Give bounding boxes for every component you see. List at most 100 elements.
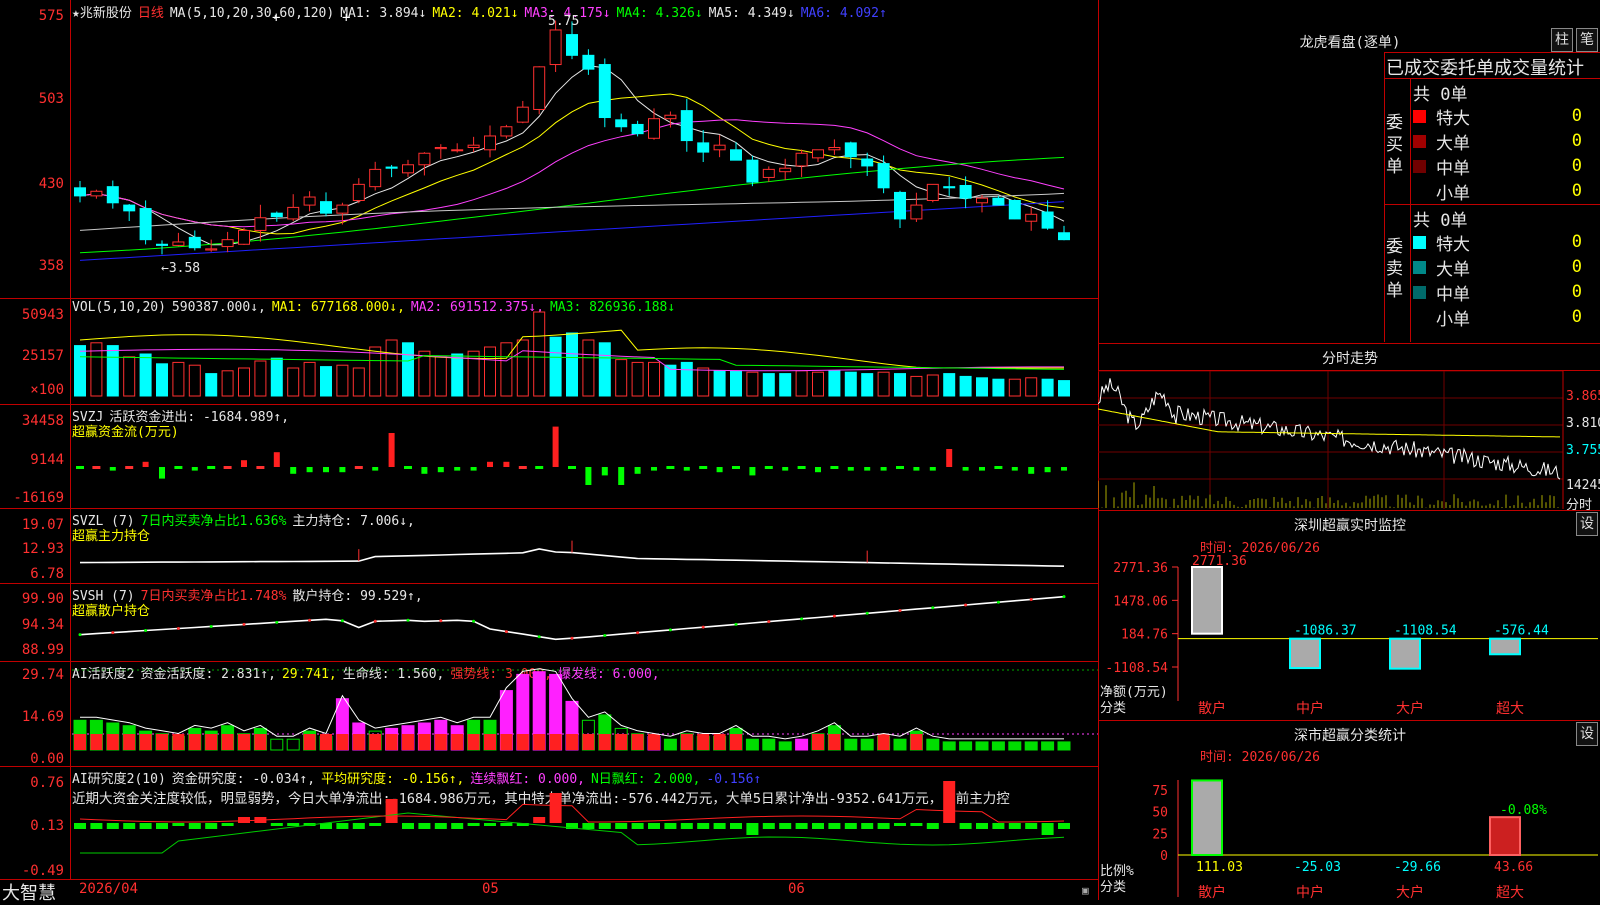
activity-red-segment (336, 734, 349, 750)
price-candlestick-chart[interactable]: + + (72, 0, 1098, 298)
flow-tick (354, 466, 363, 469)
candle-body (598, 64, 611, 119)
class-tick: 0 (1160, 849, 1168, 864)
class-bar-chart[interactable]: 75 50 25 0 111.03 散户 -25.03 中户 -29.66 大户 43.66 超大 -0… (1098, 765, 1600, 900)
research-bar (451, 823, 464, 829)
svsh-dot (373, 619, 377, 623)
research-bar (598, 823, 611, 829)
order-row: 小单00% (1413, 305, 1600, 330)
monitor-bar-chart[interactable]: 2771.36 1478.06 184.76 -1108.54 2771.36 散户 -10… (1098, 555, 1600, 717)
candle-body (188, 236, 201, 249)
volume-bar (582, 339, 595, 397)
activity-bar (1057, 741, 1071, 751)
candle-body (434, 146, 447, 150)
flow-tick (207, 466, 216, 469)
lhb-title: 龙虎看盘(逐单) (1299, 35, 1401, 51)
flow-bar (290, 467, 297, 474)
research-bar (877, 823, 890, 829)
date-label: 2026/04 (79, 881, 139, 897)
order-type-label: 小单 (1436, 309, 1470, 330)
volume-bar (762, 373, 775, 397)
flow-bar (339, 467, 346, 473)
volume-bar (812, 371, 824, 397)
activity-red-segment (500, 734, 513, 750)
monitor-bar (1489, 637, 1521, 656)
svzl-line-chart[interactable] (72, 509, 1098, 583)
activity-bar (844, 738, 858, 751)
candle-body (959, 185, 972, 199)
order-count: 0 (1571, 232, 1582, 252)
low-price-mark: ←3.58 (161, 261, 201, 276)
volume-bar (566, 332, 578, 397)
research-bar (74, 823, 86, 829)
candle-body (631, 123, 644, 135)
activity-bar (975, 741, 989, 751)
activity-red-segment (484, 734, 496, 750)
flow-bar (437, 467, 444, 473)
flow-bar (1011, 467, 1018, 471)
svzj-bar-chart[interactable] (72, 405, 1098, 508)
volume-bar (697, 367, 710, 397)
price-tick: 430 (38, 176, 64, 192)
svsh-tick: 99.90 (21, 591, 64, 607)
ai-activity-chart[interactable] (72, 662, 1098, 766)
activity-red-segment (877, 734, 890, 750)
research-bar (943, 781, 956, 823)
candle-body (320, 201, 332, 214)
candle-body (123, 204, 136, 212)
monitor-settings-button[interactable]: 设 (1576, 512, 1598, 536)
activity-red-segment (303, 734, 316, 750)
svsh-dot (144, 629, 148, 633)
bar-mode-button[interactable]: 柱 (1551, 28, 1573, 52)
svsh-dot (832, 614, 836, 618)
svsh-line-chart[interactable] (72, 584, 1098, 662)
research-bar (697, 823, 710, 829)
candle-body (90, 190, 103, 197)
research-bar (123, 823, 136, 829)
svsh-dot (668, 628, 672, 632)
tick-mode-button[interactable]: 笔 (1576, 28, 1598, 52)
monitor-bar (1289, 637, 1321, 670)
volume-bar (976, 377, 988, 397)
flow-tick (404, 466, 412, 469)
vol-tick: 25157 (21, 348, 64, 364)
lock-icon[interactable]: ▣ (1082, 884, 1089, 897)
flow-tick (699, 466, 708, 469)
flow-bar (273, 452, 280, 467)
research-bar (631, 823, 644, 829)
svsh-dot (275, 620, 279, 624)
activity-red-segment (812, 734, 824, 750)
stat-title: 已成交委托单成交量统计 (1386, 58, 1584, 79)
activity-red-segment (172, 734, 185, 750)
class-tick: 25 (1152, 827, 1168, 842)
volume-chart[interactable] (72, 300, 1098, 404)
candle-body (762, 168, 775, 178)
research-bar (418, 823, 431, 829)
activity-red-segment (615, 734, 628, 750)
vol-unit: ×100 (30, 382, 64, 398)
class-axis-label: 分类 (1100, 880, 1127, 895)
svsh-dot (406, 618, 410, 622)
order-row: 小单00% (1413, 179, 1600, 204)
svsh-dot (964, 603, 968, 607)
flow-bar (815, 467, 821, 473)
research-bar (1041, 823, 1054, 835)
monitor-bar-value: -576.44 (1494, 624, 1549, 639)
candle-body (746, 159, 759, 183)
svzl-tick: 6.78 (30, 566, 64, 582)
flow-tick (535, 466, 544, 469)
svzj-tick: 34458 (21, 413, 64, 429)
class-settings-button[interactable]: 设 (1576, 722, 1598, 746)
flow-tick (764, 466, 773, 469)
candle-body (352, 183, 365, 201)
color-swatch (1413, 260, 1426, 274)
class-category: 大户 (1396, 884, 1424, 900)
volume-bar (352, 367, 365, 397)
volume-bar (188, 364, 201, 397)
intraday-chart[interactable] (1098, 371, 1600, 509)
flow-bar (618, 467, 625, 485)
volume-bar (910, 375, 923, 397)
activity-red-segment (582, 734, 595, 750)
ai-research-chart[interactable] (72, 767, 1098, 881)
buy-total: 共 0单 (1413, 85, 1468, 105)
